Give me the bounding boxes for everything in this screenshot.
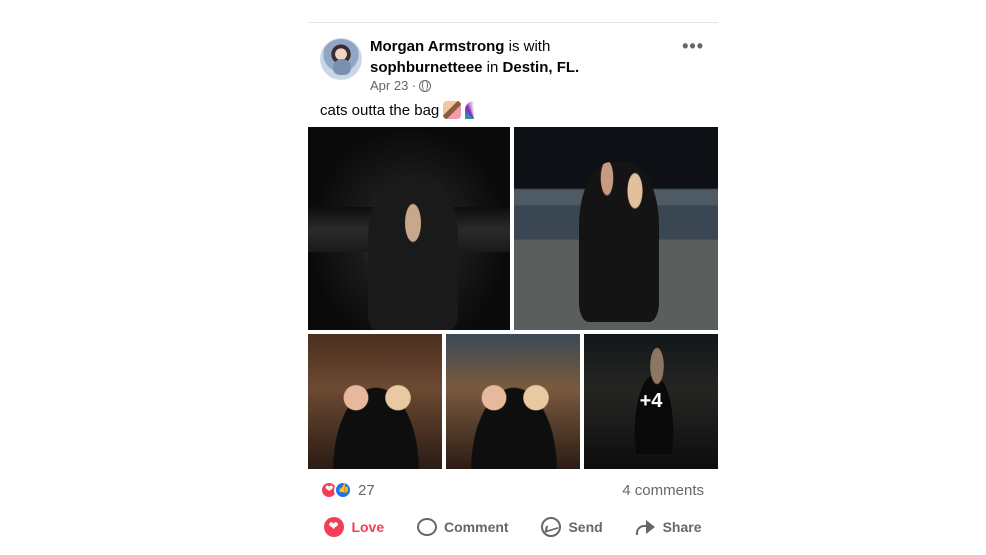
post-caption: cats outta the bag (320, 101, 484, 119)
like-reaction-icon (334, 481, 352, 499)
in-text: in (482, 59, 503, 76)
comment-icon (417, 518, 438, 536)
love-button[interactable]: Love (324, 517, 384, 537)
caption-text: cats outta the bag (320, 101, 440, 119)
reactions-summary[interactable]: 27 (320, 481, 375, 499)
photo-5[interactable]: +4 (584, 334, 718, 469)
photo-4[interactable] (446, 334, 580, 469)
more-photos-overlay[interactable]: +4 (584, 334, 718, 469)
comment-button[interactable]: Comment (417, 518, 509, 536)
photo-1[interactable] (308, 127, 510, 330)
send-label: Send (568, 519, 603, 535)
action-bar: Love Comment Send Share (308, 510, 718, 544)
author-name[interactable]: Morgan Armstrong (370, 38, 504, 55)
comments-count[interactable]: 4 comments (622, 482, 704, 499)
facebook-post: Morgan Armstrong is with sophburnetteee … (308, 0, 718, 555)
share-icon (635, 519, 656, 535)
send-button[interactable]: Send (541, 517, 603, 537)
photo-3[interactable] (308, 334, 442, 469)
tagged-user[interactable]: sophburnetteee (370, 59, 483, 76)
location-link[interactable]: Destin, FL. (503, 59, 580, 76)
more-options-icon[interactable]: ••• (682, 36, 704, 57)
love-icon (324, 517, 345, 537)
share-label: Share (662, 519, 702, 535)
divider (308, 22, 718, 23)
share-button[interactable]: Share (635, 519, 702, 535)
photo-2[interactable] (514, 127, 718, 330)
messenger-icon (541, 517, 562, 537)
kiss-emoji-icon (443, 101, 462, 119)
with-text: is with (504, 38, 551, 55)
reaction-count: 27 (358, 481, 375, 499)
post-header: Morgan Armstrong is with sophburnetteee … (370, 36, 670, 78)
love-label: Love (351, 519, 385, 535)
comment-label: Comment (444, 519, 509, 535)
rainbow-emoji-icon (465, 101, 484, 119)
post-meta: Apr 23 · (370, 78, 432, 93)
author-avatar[interactable] (320, 38, 362, 80)
post-date[interactable]: Apr 23 · (370, 78, 416, 93)
globe-icon (419, 79, 432, 92)
